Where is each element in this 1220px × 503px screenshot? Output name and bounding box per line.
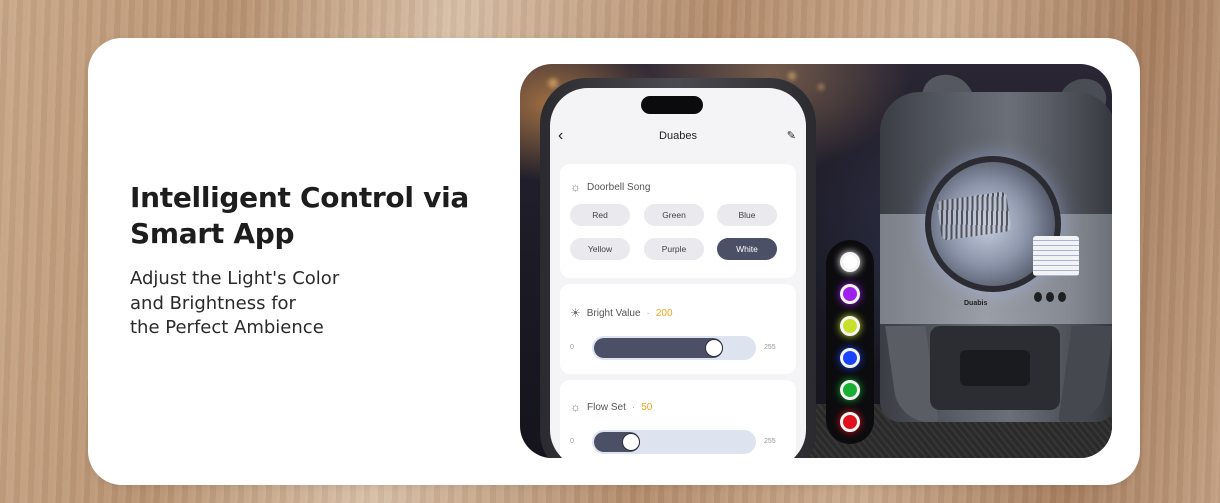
flow-slider[interactable] — [592, 430, 756, 454]
product-photo: Duabis ‹ Duabes ✎ ☼ Doorbell Song Red Gr… — [520, 64, 1112, 458]
app-screen: ‹ Duabes ✎ ☼ Doorbell Song Red Green Blu… — [550, 88, 806, 458]
color-chip-blue[interactable]: Blue — [717, 204, 777, 226]
chevron-left-icon[interactable]: ‹ — [558, 124, 563, 148]
waste-drawer — [960, 350, 1030, 386]
slider-max-label: 255 — [764, 438, 776, 445]
flow-set-number: 50 — [641, 401, 653, 413]
panel-header: ☀ Bright Value · 200 — [570, 306, 673, 320]
device-button — [1046, 292, 1054, 302]
led-light — [840, 252, 860, 272]
doorbell-song-panel: ☼ Doorbell Song Red Green Blue Yellow Pu… — [560, 164, 796, 278]
sun-icon: ☼ — [570, 180, 581, 194]
flow-set-label: Flow Set — [587, 401, 626, 413]
separator: · — [631, 401, 636, 413]
sun-icon: ☼ — [570, 400, 581, 414]
lamp-icon: ☀ — [570, 306, 581, 320]
device-sticker — [1033, 236, 1079, 276]
bokeh-light — [788, 72, 796, 80]
bright-slider[interactable] — [592, 336, 756, 360]
led-light — [840, 348, 860, 368]
panel-header: ☼ Flow Set · 50 — [570, 400, 652, 414]
app-title: Duabes — [659, 130, 697, 142]
bokeh-light — [818, 84, 824, 90]
led-light — [840, 284, 860, 304]
slider-min-label: 0 — [570, 344, 574, 351]
led-color-strip — [826, 240, 874, 444]
app-nav-bar: ‹ Duabes ✎ — [550, 124, 806, 148]
slider-min-label: 0 — [570, 438, 574, 445]
color-chip-white[interactable]: White — [717, 238, 777, 260]
slider-fill — [594, 338, 723, 358]
led-light — [840, 316, 860, 336]
led-light — [840, 380, 860, 400]
bright-value-panel: ☀ Bright Value · 200 0 255 — [560, 284, 796, 374]
smartphone: ‹ Duabes ✎ ☼ Doorbell Song Red Green Blu… — [540, 78, 816, 458]
doorbell-song-label: Doorbell Song — [587, 181, 651, 193]
color-chip-purple[interactable]: Purple — [644, 238, 704, 260]
flow-set-panel: ☼ Flow Set · 50 0 255 — [560, 380, 796, 458]
led-light — [840, 412, 860, 432]
dynamic-island — [641, 96, 703, 114]
panel-header: ☼ Doorbell Song — [570, 180, 650, 194]
bright-value-number: 200 — [655, 307, 673, 319]
device-brand: Duabis — [964, 300, 988, 307]
color-chip-green[interactable]: Green — [644, 204, 704, 226]
color-chip-yellow[interactable]: Yellow — [570, 238, 630, 260]
color-chip-red[interactable]: Red — [570, 204, 630, 226]
bokeh-light — [548, 78, 558, 88]
subheadline: Adjust the Light's Color and Brightness … — [130, 268, 340, 338]
device-button — [1034, 292, 1042, 302]
slider-thumb[interactable] — [704, 339, 723, 357]
slider-max-label: 255 — [764, 344, 776, 351]
headline: Intelligent Control via Smart App — [130, 181, 469, 250]
separator: · — [646, 307, 650, 319]
pencil-icon[interactable]: ✎ — [787, 124, 796, 148]
bright-value-label: Bright Value — [586, 307, 641, 319]
device-button — [1058, 292, 1066, 302]
